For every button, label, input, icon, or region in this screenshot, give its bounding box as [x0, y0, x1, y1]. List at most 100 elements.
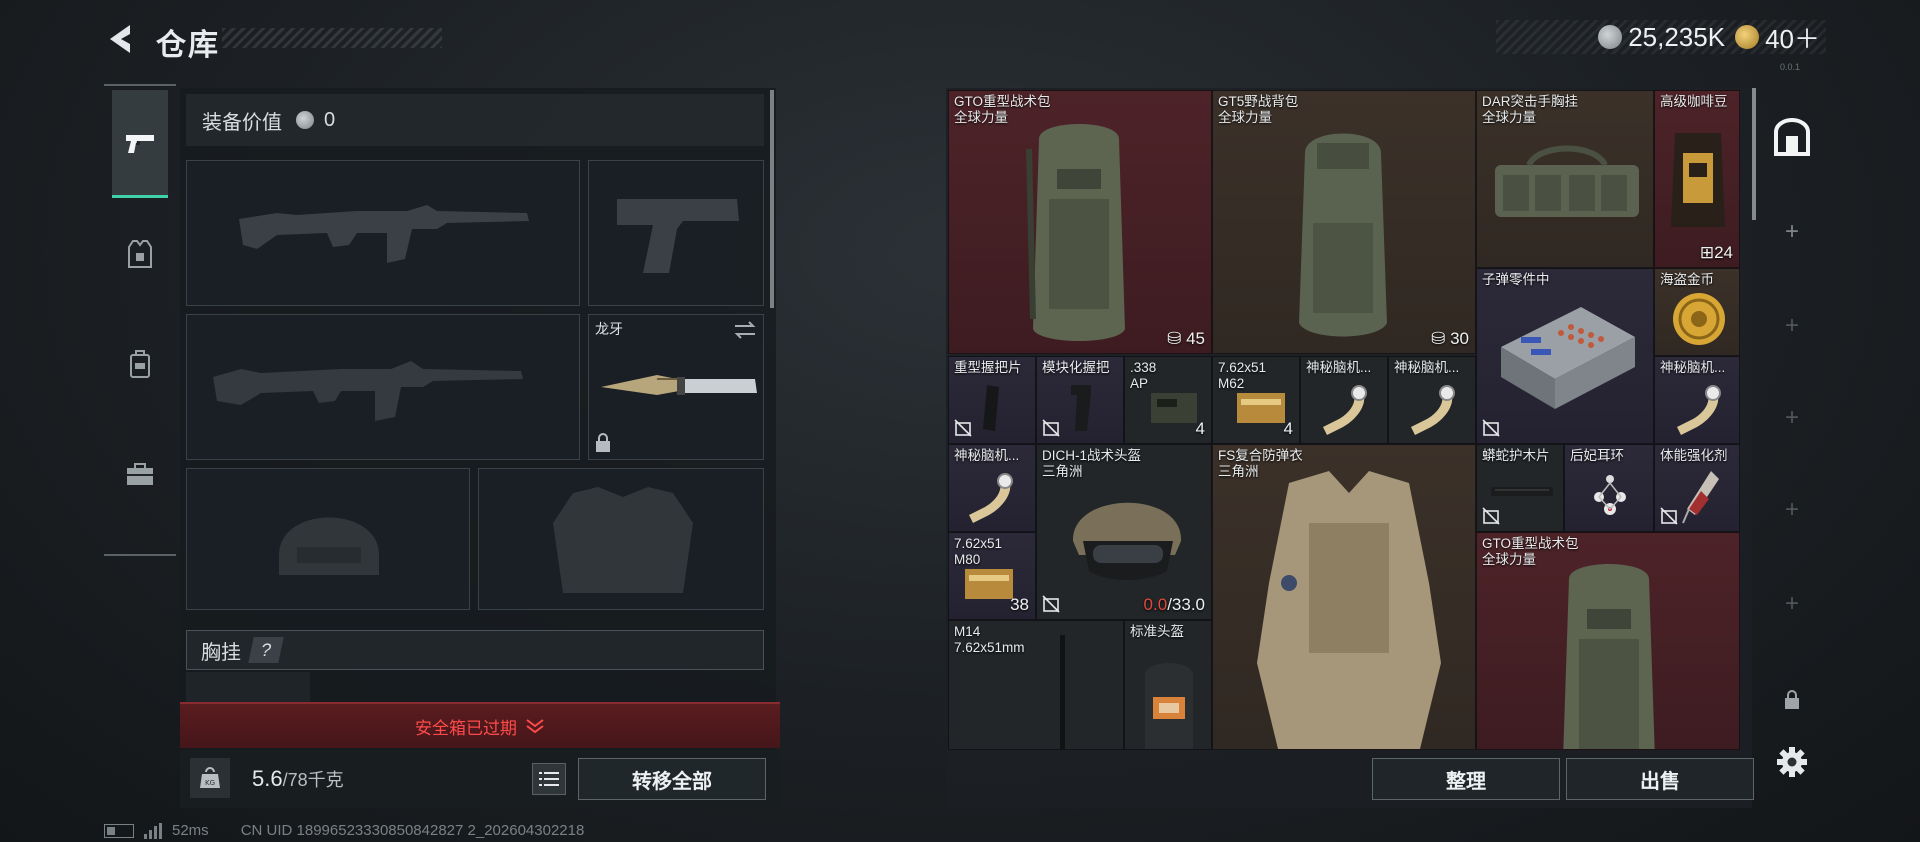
- safebox-expired-banner[interactable]: 安全箱已过期: [180, 702, 780, 748]
- stash-locked-page[interactable]: [1766, 674, 1818, 726]
- chest-rig-label: 胸挂: [201, 641, 241, 664]
- item-name: DICH-1战术头盔: [1042, 448, 1142, 463]
- stash-page-slot[interactable]: +: [1766, 300, 1818, 352]
- item-name: 海盗金币: [1660, 272, 1714, 287]
- handguard-art-icon: [1491, 487, 1553, 496]
- rifle-silhouette-icon: [239, 205, 529, 263]
- item-name: .338: [1130, 360, 1157, 375]
- stash-item-brain-chip-4[interactable]: 神秘脑机...: [948, 444, 1036, 532]
- chest-rig-slot[interactable]: [186, 672, 310, 706]
- stash-page-home[interactable]: [1766, 112, 1818, 164]
- item-name: 蟒蛇护木片: [1482, 448, 1550, 463]
- signal-icon: [144, 822, 162, 839]
- silver-currency[interactable]: 25,235K: [1598, 22, 1725, 53]
- item-durability: 0.0/33.0: [1143, 595, 1205, 614]
- item-variant: AP: [1130, 376, 1149, 391]
- chest-rig-art-icon: [1495, 145, 1639, 217]
- settings-button[interactable]: [1766, 736, 1818, 788]
- back-button[interactable]: [104, 22, 138, 56]
- melee-slot[interactable]: 龙牙: [588, 314, 764, 460]
- stash-item-heavy-grip[interactable]: 重型握把片: [948, 356, 1036, 444]
- page-title: 仓库: [156, 29, 220, 62]
- secondary-rifle-slot[interactable]: [186, 314, 580, 460]
- equipment-value-label: 装备价值: [202, 111, 282, 134]
- armor-rig-icon: [128, 240, 152, 268]
- plus-icon: +: [1784, 218, 1799, 245]
- backpack-art-icon: [1299, 133, 1387, 337]
- stash-item-dich-helmet[interactable]: DICH-1战术头盔 三角洲 0.0/33.0: [1036, 444, 1212, 620]
- stash-item-fs-armor[interactable]: FS复合防弹衣 三角洲: [1212, 444, 1476, 750]
- swap-icon[interactable]: [733, 321, 757, 339]
- stash-item-brain-chip-2[interactable]: 神秘脑机...: [1388, 356, 1476, 444]
- stash-item-bullet-parts[interactable]: 子弹零件中: [1476, 268, 1654, 444]
- item-brand: 全球力量: [954, 110, 1008, 125]
- stash-item-m14-rifle[interactable]: M14 7.62x51mm: [948, 620, 1124, 750]
- sort-button[interactable]: 整理: [1372, 758, 1560, 800]
- secondary-weapon-slot[interactable]: [588, 160, 764, 306]
- stash-item-dar-chest-rig[interactable]: DAR突击手胸挂 全球力量: [1476, 90, 1654, 268]
- body-armor-art-icon: [1257, 471, 1441, 749]
- stash-item-standard-helmet[interactable]: 标准头盔: [1124, 620, 1212, 750]
- stash-scrollbar[interactable]: [1752, 88, 1756, 220]
- brain-chip-art-icon: [1411, 385, 1455, 435]
- item-name: 神秘脑机...: [1660, 360, 1726, 375]
- plus-icon: +: [1784, 312, 1799, 339]
- sell-button[interactable]: 出售: [1566, 758, 1754, 800]
- stash-item-brain-chip-1[interactable]: 神秘脑机...: [1300, 356, 1388, 444]
- stash-item-gt5-backpack[interactable]: GT5野战背包 全球力量 ⛁ 30: [1212, 90, 1476, 354]
- lock-icon: [596, 433, 610, 452]
- item-name: 体能强化剂: [1660, 448, 1728, 463]
- weight-readout: 5.6/78千克: [252, 766, 344, 792]
- battery-icon: [104, 823, 134, 838]
- stash-add-page-button[interactable]: +: [1766, 206, 1818, 258]
- item-brand: 全球力量: [1482, 552, 1536, 567]
- item-name: FS复合防弹衣: [1218, 448, 1303, 463]
- stash-item-brain-chip-3[interactable]: 神秘脑机...: [1654, 356, 1740, 444]
- list-view-button[interactable]: [532, 763, 566, 795]
- rifle-silhouette-icon: [213, 361, 523, 421]
- transfer-all-button[interactable]: 转移全部: [578, 758, 766, 800]
- equipment-tabs: [104, 84, 176, 556]
- ammo-case-art-icon: [1151, 393, 1197, 423]
- stash-item-coffee-beans[interactable]: 高级咖啡豆 ⊞24: [1654, 90, 1740, 268]
- stash-item-queen-earring[interactable]: 后妃耳环: [1564, 444, 1654, 532]
- stash-item-ammo-762-m80[interactable]: 7.62x51 M80 38: [948, 532, 1036, 620]
- silver-coin-icon: [1598, 25, 1623, 49]
- earring-art-icon: [1594, 475, 1626, 515]
- equipment-scrollbar[interactable]: [770, 90, 774, 308]
- item-name: M14: [954, 624, 981, 639]
- coffee-bag-art-icon: [1671, 133, 1725, 227]
- stash-page-slot[interactable]: +: [1766, 578, 1818, 630]
- stash-item-ammo-762-m62[interactable]: 7.62x51 M62 4: [1212, 356, 1300, 444]
- stash-item-gto-backpack-2[interactable]: GTO重型战术包 全球力量: [1476, 532, 1740, 750]
- no-insure-icon: [1482, 507, 1500, 525]
- item-caliber: 7.62x51mm: [954, 640, 1025, 655]
- tab-case[interactable]: [112, 420, 168, 528]
- gold-coin-art-icon: [1673, 293, 1725, 345]
- stash-item-pirate-coin[interactable]: 海盗金币: [1654, 268, 1740, 356]
- help-button[interactable]: ?: [248, 637, 284, 663]
- backpack-icon: [130, 350, 150, 378]
- backpack-art-icon: [1026, 124, 1125, 341]
- chest-rig-header: 胸挂 ?: [186, 630, 764, 670]
- plus-icon: +: [1784, 496, 1799, 523]
- stash-item-gto-backpack[interactable]: GTO重型战术包 全球力量 ⛁ 45: [948, 90, 1212, 354]
- tab-backpack[interactable]: [112, 310, 168, 418]
- equipment-value: 装备价值 0: [186, 94, 764, 146]
- currency-bar: 25,235K 40＋: [1496, 20, 1826, 54]
- stash-item-modular-grip[interactable]: 模块化握把: [1036, 356, 1124, 444]
- brain-chip-art-icon: [1677, 385, 1721, 435]
- tab-weapons[interactable]: [112, 90, 168, 198]
- tab-armor[interactable]: [112, 200, 168, 308]
- stash-item-ammo-338[interactable]: .338 AP 4: [1124, 356, 1212, 444]
- stash-page-slot[interactable]: +: [1766, 484, 1818, 536]
- gold-currency[interactable]: 40＋: [1735, 19, 1820, 56]
- stash-page-slot[interactable]: +: [1766, 392, 1818, 444]
- stash-item-python-handguard[interactable]: 蟒蛇护木片: [1476, 444, 1564, 532]
- gear-icon: [1777, 747, 1807, 777]
- grip-art-icon: [983, 385, 999, 431]
- primary-weapon-slot[interactable]: [186, 160, 580, 306]
- body-armor-slot[interactable]: [478, 468, 764, 610]
- stash-item-stamina-booster[interactable]: 体能强化剂: [1654, 444, 1740, 532]
- helmet-slot[interactable]: [186, 468, 470, 610]
